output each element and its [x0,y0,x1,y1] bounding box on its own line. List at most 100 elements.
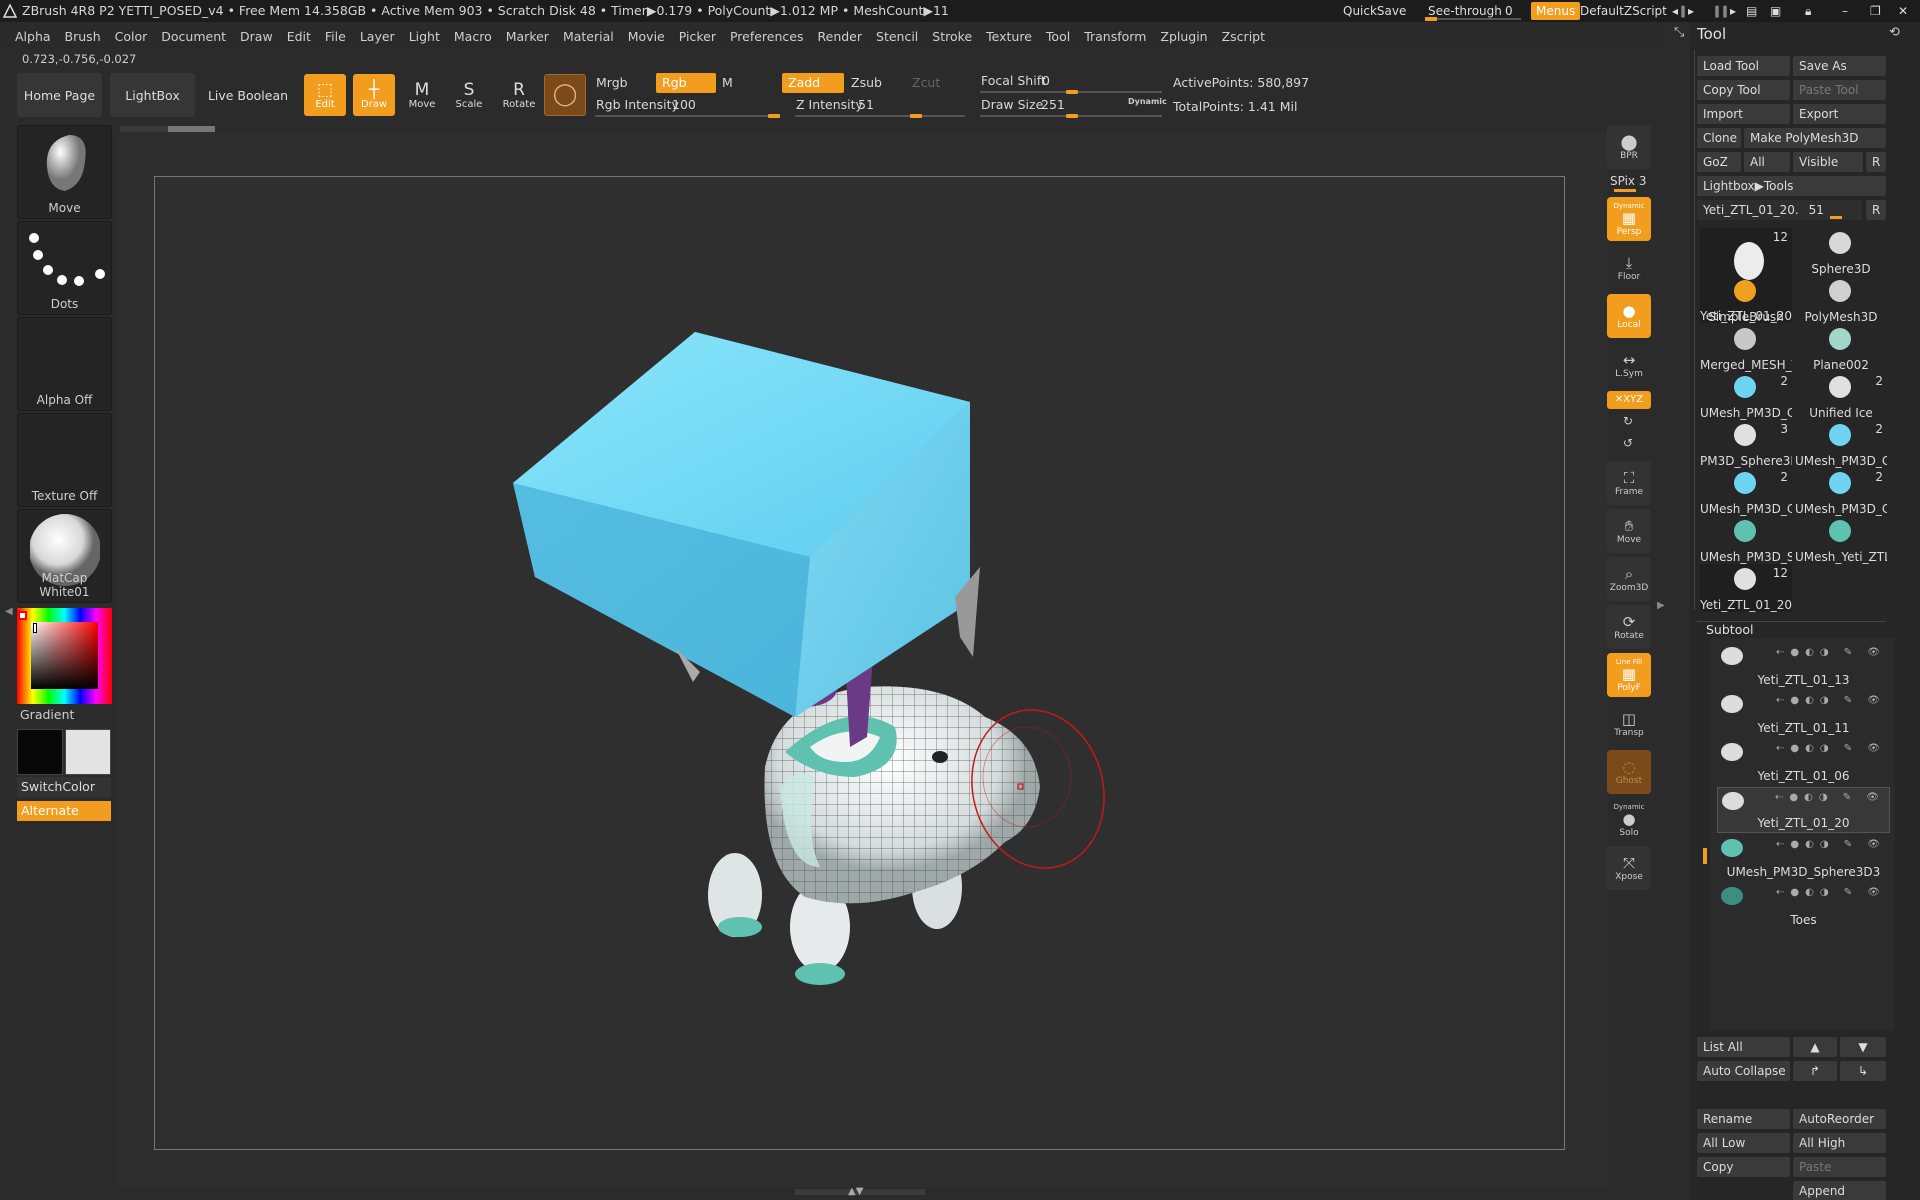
menu-layer[interactable]: Layer [353,29,402,44]
tool-thumb[interactable]: UMesh_PM3D_Sp [1700,516,1792,564]
layout-cycle-icon[interactable]: ∥∥▸ [1714,2,1738,20]
menu-preferences[interactable]: Preferences [723,29,811,44]
goz-visible-button[interactable]: Visible [1793,152,1863,172]
append-button[interactable]: Append [1793,1181,1886,1200]
tool-thumb[interactable]: UMesh_PM3D_C 2 [1795,468,1887,516]
dynamic-size-toggle[interactable]: Dynamic [1128,97,1167,106]
rename-button[interactable]: Rename [1697,1109,1790,1129]
copy-tool-button[interactable]: Copy Tool [1697,80,1790,100]
menu-zscript[interactable]: Zscript [1215,29,1272,44]
draw-mode-button[interactable]: ┼ Draw [353,74,395,116]
menu-macro[interactable]: Macro [447,29,499,44]
rgb-intensity-slider[interactable] [595,115,780,117]
menu-picker[interactable]: Picker [672,29,723,44]
edit-mode-button[interactable]: ⬚ Edit [304,74,346,116]
collapse-right-tray-icon[interactable]: ▶ [1657,600,1665,611]
goz-all-button[interactable]: All [1744,152,1790,172]
subtool-item[interactable]: ⇠●◐◑ ✎ 👁︎ Yeti_ZTL_01_20 [1717,787,1890,833]
lightbox-tools-button[interactable]: Lightbox▶Tools [1697,176,1886,196]
menu-zplugin[interactable]: Zplugin [1153,29,1214,44]
subtool-visibility-icon[interactable]: ⇠●◐◑ ✎ 👁︎ [1776,839,1886,850]
transp-button[interactable]: ◫ Transp [1607,702,1651,746]
tool-thumb[interactable]: UMesh_PM3D_C 2 [1700,372,1792,420]
subtool-item[interactable]: ⇠●◐◑ ✎ 👁︎ Yeti_ZTL_01_06 [1717,739,1890,785]
bpr-button[interactable]: ⬤ BPR [1607,125,1651,169]
brush-selector[interactable]: Move [17,125,112,219]
m-toggle[interactable]: M [716,73,776,93]
autoreorder-button[interactable]: AutoReorder [1793,1109,1886,1129]
close-icon[interactable]: ✕ [1898,2,1908,20]
menu-marker[interactable]: Marker [499,29,556,44]
collapse-left-tray-icon[interactable]: ◀ [5,606,13,617]
primary-color-swatch[interactable] [18,611,27,620]
draw-size-value[interactable]: 251 [1035,95,1071,115]
list-all-button[interactable]: List All [1697,1037,1790,1057]
see-through-slider[interactable] [1425,18,1521,20]
minimize-icon[interactable]: – [1842,2,1848,20]
make-polymesh-button[interactable]: Make PolyMesh3D [1744,128,1886,148]
menu-document[interactable]: Document [154,29,233,44]
yeti-model[interactable] [155,177,1566,1151]
palette-pin-icon[interactable]: ⤡ [1674,25,1684,40]
rotate-mode-button[interactable]: R Rotate [498,74,540,116]
menu-stroke[interactable]: Stroke [925,29,979,44]
persp-button[interactable]: Dynamic ▦ Persp [1607,197,1651,241]
paste-tool-button[interactable]: Paste Tool [1793,80,1886,100]
local-button[interactable]: ● Local [1607,294,1651,338]
subtool-item[interactable]: ⇠●◐◑ ✎ 👁︎ Yeti_ZTL_01_13 [1717,643,1890,689]
tool-thumb[interactable]: PM3D_Sphere3D 3 [1700,420,1792,468]
zoom3d-button[interactable]: ⌕ Zoom3D [1607,557,1651,601]
save-as-button[interactable]: Save As [1793,56,1886,76]
frame-button[interactable]: ⛶ Frame [1607,461,1651,505]
clone-button[interactable]: Clone [1697,128,1741,148]
xpose-button[interactable]: ⤧ Xpose [1607,846,1651,890]
menu-material[interactable]: Material [556,29,621,44]
tool-palette-title[interactable]: Tool [1697,25,1726,43]
draw-style-button[interactable]: ◯ [544,74,586,116]
alternate-toggle[interactable]: Alternate [17,801,111,821]
z-intensity-knob[interactable] [910,114,922,118]
import-button[interactable]: Import [1697,104,1790,124]
menu-tool[interactable]: Tool [1039,29,1077,44]
stroke-selector[interactable]: Dots [17,221,112,315]
ghost-button[interactable]: ◌ Ghost [1607,750,1651,794]
tool-thumb[interactable]: UMesh_PM3D_C 2 [1795,420,1887,468]
rgb-intensity-value[interactable]: 100 [666,95,702,115]
z-intensity-slider[interactable] [795,115,965,117]
reorder-down-button[interactable]: ↳ [1840,1061,1886,1081]
floor-button[interactable]: ⤓ Floor [1607,246,1651,290]
saturation-value-square[interactable] [31,622,98,689]
tool-thumb[interactable]: Merged_MESH_T [1700,324,1792,372]
all-low-button[interactable]: All Low [1697,1133,1790,1153]
rgb-intensity-knob[interactable] [768,114,780,118]
load-tool-button[interactable]: Load Tool [1697,56,1790,76]
menu-render[interactable]: Render [811,29,870,44]
goz-button[interactable]: GoZ [1697,152,1741,172]
home-page-button[interactable]: Home Page [17,73,102,117]
solo-button[interactable]: Dynamic ● Solo [1607,798,1651,842]
palette-icon[interactable]: ▤ [1746,2,1757,20]
default-zscript-button[interactable]: DefaultZScript [1580,2,1667,20]
menus-button[interactable]: Menus [1531,2,1581,20]
subtool-scroll-indicator[interactable] [1703,848,1707,864]
focal-shift-knob[interactable] [1066,90,1078,94]
lightbox-button[interactable]: LightBox [110,73,195,117]
see-through-knob[interactable] [1425,17,1437,21]
window-icon[interactable]: ▣ [1770,2,1781,20]
menu-stencil[interactable]: Stencil [869,29,925,44]
menu-texture[interactable]: Texture [979,29,1039,44]
move-mode-button[interactable]: M Move [401,74,443,116]
subtool-visibility-icon[interactable]: ⇠●◐◑ ✎ 👁︎ [1776,647,1886,658]
subtool-item[interactable]: ⇠●◐◑ ✎ 👁︎ UMesh_PM3D_Sphere3D3 [1717,835,1890,881]
subtool-visibility-icon[interactable]: ⇠●◐◑ ✎ 👁︎ [1776,695,1886,706]
quicksave-button[interactable]: QuickSave [1343,2,1406,20]
tool-thumb[interactable]: Sphere3D [1795,228,1887,276]
current-tool-knob[interactable] [1830,216,1842,219]
maximize-icon[interactable]: ❐ [1870,2,1881,20]
zcut-toggle[interactable]: Zcut [906,73,966,93]
menu-transform[interactable]: Transform [1077,29,1153,44]
subtool-item[interactable]: ⇠●◐◑ ✎ 👁︎ Yeti_ZTL_01_11 [1717,691,1890,737]
layout-toggle-icon[interactable]: ◂∥▸ [1672,2,1696,20]
texture-selector[interactable]: Texture Off [17,413,112,507]
rgb-toggle[interactable]: Rgb [656,73,716,93]
